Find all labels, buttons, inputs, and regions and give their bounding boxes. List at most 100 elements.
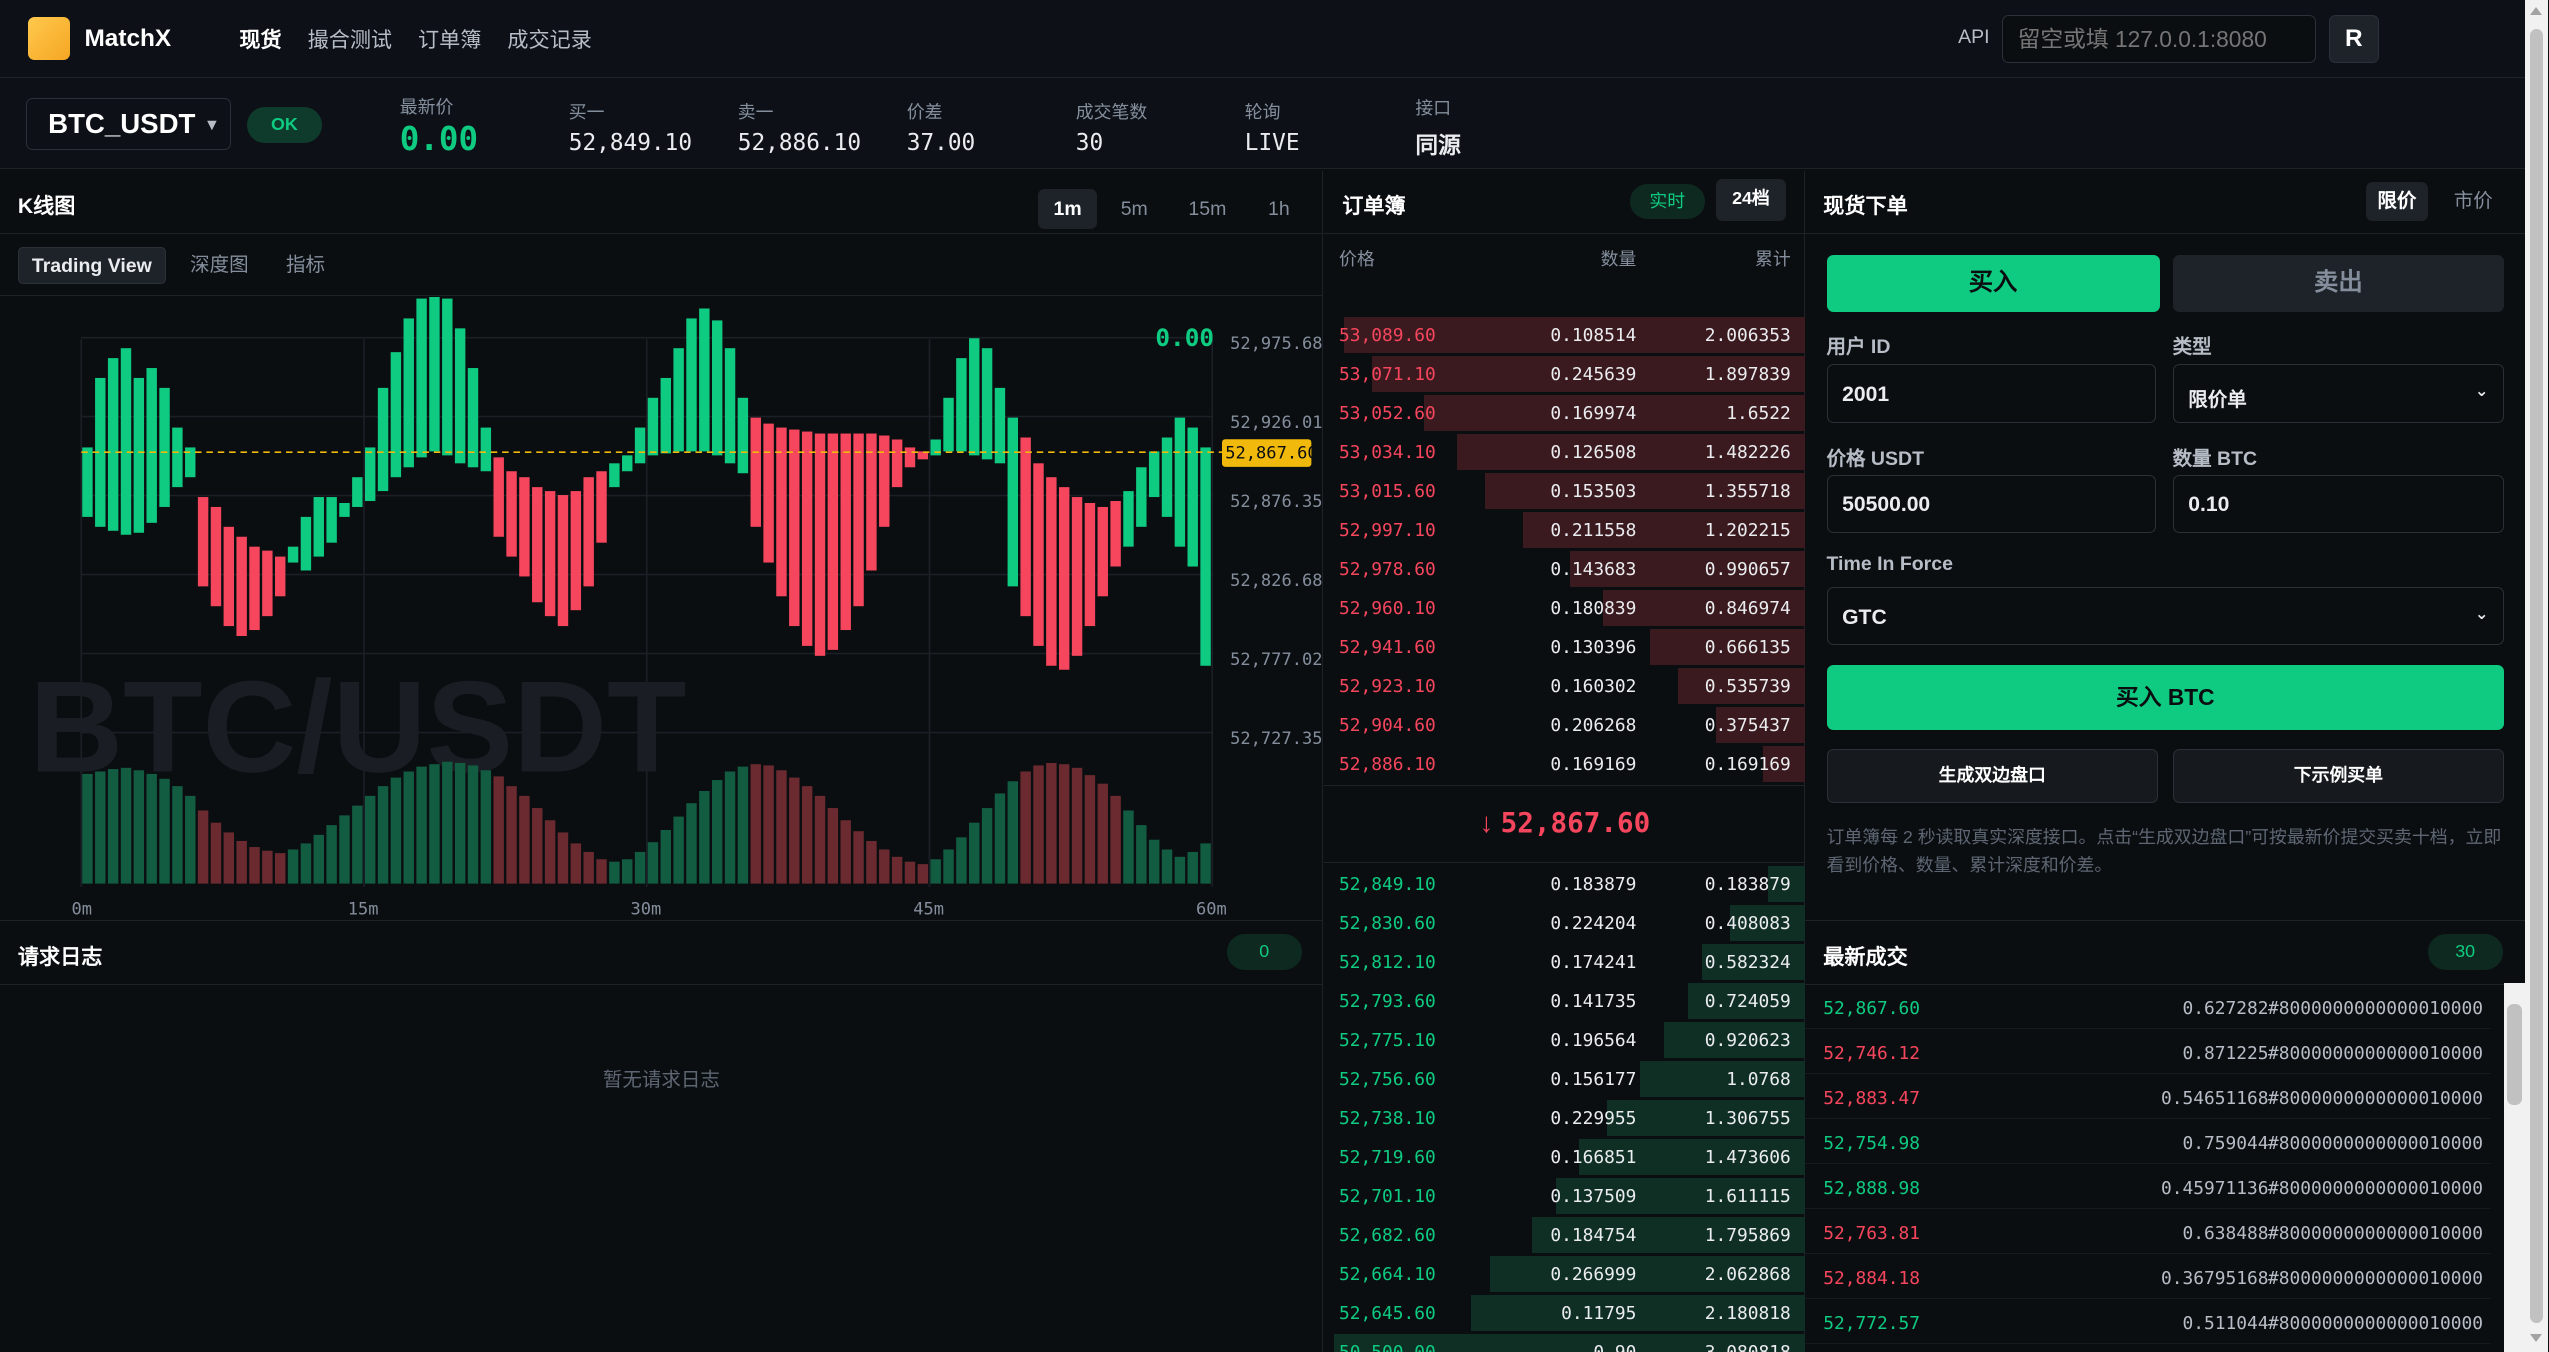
- buy-side-button[interactable]: 买入: [1826, 255, 2160, 312]
- generate-book-button[interactable]: 生成双边盘口: [1826, 749, 2158, 803]
- timeframe-1h[interactable]: 1h: [1253, 189, 1305, 230]
- ask-row[interactable]: 53,015.60 0.153503 1.355718: [1324, 471, 1806, 510]
- trade-price: 52,884.18: [1823, 1267, 1921, 1289]
- bid-row[interactable]: 52,775.10 0.196564 0.920623: [1324, 1021, 1806, 1060]
- bid-row[interactable]: 52,793.60 0.141735 0.724059: [1324, 982, 1806, 1021]
- timeframe-15m[interactable]: 15m: [1177, 189, 1239, 230]
- scroll-up-icon[interactable]: [2530, 6, 2543, 15]
- ask-qty: 0.153503: [1550, 481, 1637, 502]
- x-tick-label: 45m: [913, 900, 944, 920]
- price-bar: [364, 447, 376, 502]
- stat-ask: 卖一 52,886.10: [738, 98, 861, 157]
- bid-row[interactable]: 52,701.10 0.137509 1.611115: [1324, 1177, 1806, 1216]
- volume-bar: [622, 859, 633, 884]
- bid-row[interactable]: 52,812.10 0.174241 0.582324: [1324, 943, 1806, 982]
- volume-bar: [1071, 768, 1083, 884]
- bid-cum: 1.306755: [1704, 1108, 1791, 1130]
- log-header: 请求日志 0: [0, 921, 1322, 985]
- timeframe-5m[interactable]: 5m: [1107, 189, 1162, 230]
- bid-row[interactable]: 50,500.00 0.90 3.080818: [1324, 1333, 1806, 1352]
- scroll-down-icon[interactable]: [2530, 1334, 2543, 1343]
- bid-row[interactable]: 52,719.60 0.166851 1.473606: [1324, 1138, 1806, 1177]
- timeframe-1m[interactable]: 1m: [1038, 188, 1097, 230]
- ask-row[interactable]: 53,071.10 0.245639 1.897839: [1324, 354, 1806, 393]
- tab-indicators[interactable]: 指标: [273, 247, 338, 284]
- ask-row[interactable]: 52,886.10 0.169169 0.169169: [1324, 744, 1806, 783]
- price-bar: [557, 495, 569, 627]
- order-type-select[interactable]: 限价单 ⌄: [2172, 364, 2505, 423]
- bid-row[interactable]: 52,682.60 0.184754 1.795869: [1324, 1216, 1806, 1255]
- tif-select[interactable]: GTC ⌄: [1826, 586, 2505, 646]
- tab-limit[interactable]: 限价: [2366, 182, 2428, 221]
- symbol-select[interactable]: BTC_USDT ▼: [26, 97, 231, 150]
- chevron-down-icon: ⌄: [2474, 382, 2489, 401]
- bid-row[interactable]: 52,645.60 0.11795 2.180818: [1324, 1294, 1806, 1333]
- price-bar: [300, 517, 312, 571]
- api-endpoint-input[interactable]: [2002, 14, 2316, 64]
- ask-value: 52,886.10: [737, 130, 862, 156]
- sample-order-button[interactable]: 下示例买单: [2172, 749, 2505, 803]
- price-bar: [622, 455, 633, 472]
- tab-trading-view[interactable]: Trading View: [17, 247, 166, 285]
- bid-row[interactable]: 52,756.60 0.156177 1.0768: [1324, 1060, 1806, 1099]
- price-bar: [1020, 437, 1031, 617]
- user-id-field[interactable]: 2001: [1826, 364, 2157, 423]
- price-bar: [532, 487, 543, 603]
- ask-row[interactable]: 52,978.60 0.143683 0.990657: [1324, 549, 1806, 588]
- ask-row[interactable]: 53,052.60 0.169974 1.6522: [1324, 393, 1806, 432]
- bid-row[interactable]: 52,849.10 0.183879 0.183879: [1324, 865, 1806, 904]
- trade-qty: 0.871225: [2182, 1042, 2269, 1064]
- price-bar: [416, 298, 427, 458]
- price-bar: [352, 477, 363, 508]
- bid-row[interactable]: 52,738.10 0.229955 1.306755: [1324, 1099, 1806, 1138]
- bid-row[interactable]: 52,830.60 0.224204 0.408083: [1324, 904, 1806, 943]
- ask-row[interactable]: 53,089.60 0.108514 2.006353: [1324, 315, 1806, 354]
- ask-row[interactable]: 52,904.60 0.206268 0.375437: [1324, 705, 1806, 744]
- bid-row[interactable]: 52,664.10 0.266999 2.062868: [1324, 1255, 1806, 1294]
- price-bar: [724, 348, 736, 464]
- price-field[interactable]: 50500.00: [1826, 474, 2157, 533]
- ask-cum: 0.375437: [1704, 715, 1791, 736]
- bid-qty: 0.137509: [1550, 1186, 1637, 1208]
- ask-row[interactable]: 52,923.10 0.160302 0.535739: [1324, 666, 1806, 705]
- order-form-panel: 现货下单 限价 市价 买入 卖出 用户 ID 2001 类型 限价单 ⌄ 价格 …: [1805, 170, 2526, 922]
- nav-spot[interactable]: 现货: [239, 24, 281, 54]
- x-tick-label: 60m: [1196, 900, 1227, 920]
- request-log-panel: 请求日志 0 暂无请求日志: [0, 921, 1323, 1352]
- price-bar: [82, 447, 93, 518]
- price-bar: [686, 318, 697, 452]
- sell-side-button[interactable]: 卖出: [2172, 255, 2505, 312]
- nav-match-test[interactable]: 撮合测试: [308, 24, 392, 54]
- ask-cum: 0.666135: [1704, 637, 1791, 658]
- submit-buy-button[interactable]: 买入 BTC: [1826, 664, 2505, 730]
- trades-scrollbar[interactable]: [2504, 983, 2526, 1352]
- price-bar: [737, 398, 749, 474]
- ask-price: 53,071.10: [1339, 364, 1436, 385]
- price-bar: [1046, 477, 1057, 667]
- volume-bar: [326, 825, 337, 884]
- ask-price: 52,923.10: [1339, 676, 1436, 697]
- ask-row[interactable]: 53,034.10 0.126508 1.482226: [1324, 432, 1806, 471]
- nav-orderbook[interactable]: 订单簿: [418, 24, 481, 54]
- depth-level-select[interactable]: 24档: [1716, 178, 1786, 221]
- tab-market[interactable]: 市价: [2442, 182, 2504, 221]
- price-bar: [711, 320, 723, 456]
- price-bar: [1071, 497, 1083, 657]
- status-badge: OK: [247, 107, 322, 143]
- ask-row[interactable]: 52,997.10 0.211558 1.202215: [1324, 510, 1806, 549]
- nav-trade-history[interactable]: 成交记录: [507, 24, 591, 54]
- ask-row[interactable]: 52,941.60 0.130396 0.666135: [1324, 627, 1806, 666]
- x-tick-label: 30m: [631, 900, 662, 920]
- candlestick-chart[interactable]: 52,975.68 52,926.01 52,876.35 52,826.68 52,7…: [0, 297, 1323, 921]
- volume-bar: [287, 849, 299, 884]
- ask-row[interactable]: 52,960.10 0.180839 0.846974: [1324, 588, 1806, 627]
- refresh-button[interactable]: R: [2328, 14, 2379, 64]
- col-qty: 数量: [1600, 249, 1637, 270]
- trade-price: 52,763.81: [1823, 1222, 1921, 1244]
- chevron-down-icon: ⌄: [2474, 604, 2489, 623]
- tab-depth[interactable]: 深度图: [177, 247, 262, 284]
- scrollbar-thumb[interactable]: [2530, 29, 2544, 1323]
- trades-scrollbar-thumb[interactable]: [2507, 1004, 2522, 1105]
- qty-field[interactable]: 0.10: [2172, 474, 2505, 533]
- page-scrollbar[interactable]: [2525, 0, 2548, 1352]
